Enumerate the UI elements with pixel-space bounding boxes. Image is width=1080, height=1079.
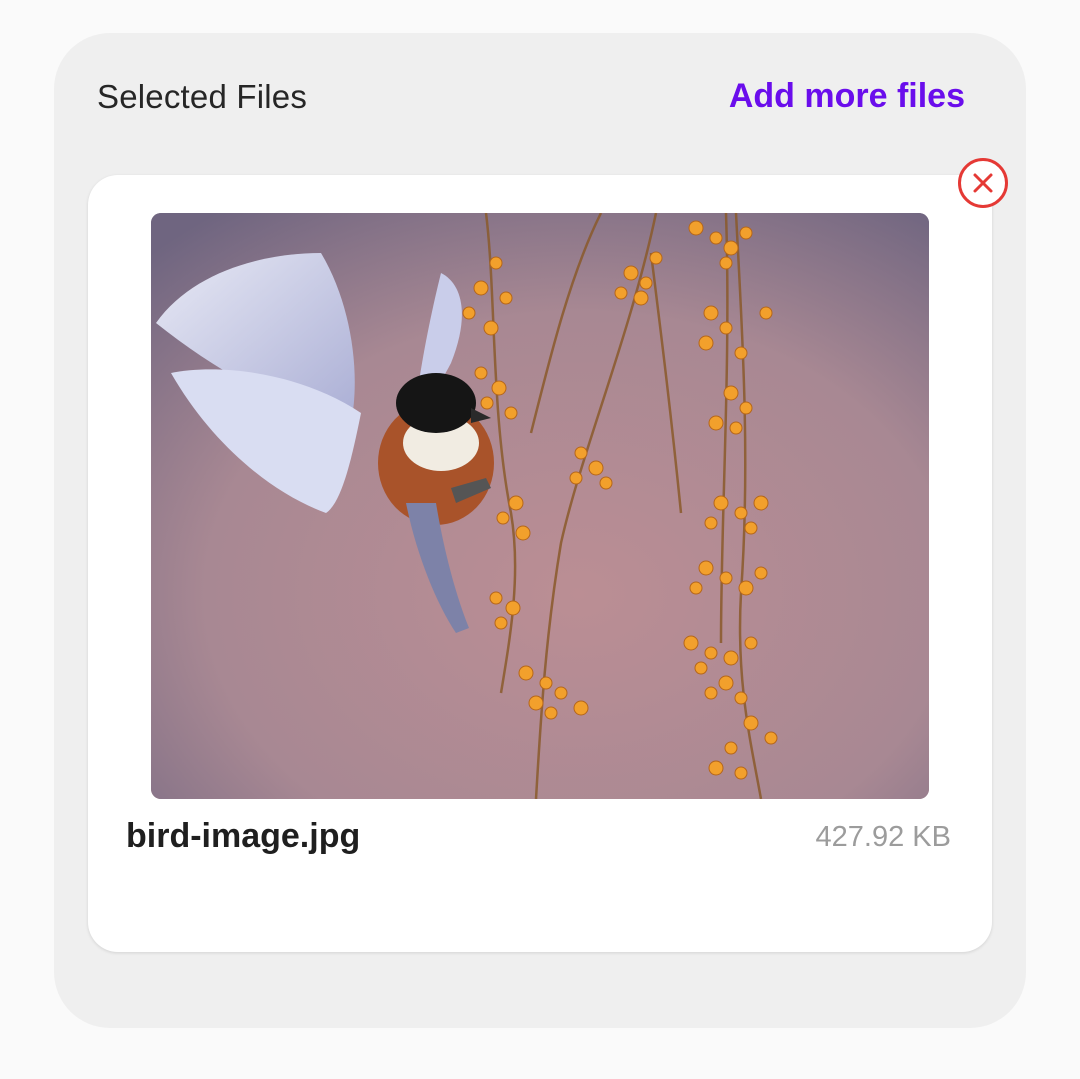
selected-files-title: Selected Files (97, 78, 308, 115)
add-more-files-link[interactable]: Add more files (729, 77, 965, 116)
file-thumbnail (151, 213, 929, 799)
remove-file-button[interactable] (958, 158, 1008, 208)
file-size: 427.92 KB (815, 821, 951, 853)
file-name: bird-image.jpg (126, 817, 361, 855)
bird-photo-illustration (151, 213, 929, 799)
close-circle-icon (973, 173, 993, 193)
